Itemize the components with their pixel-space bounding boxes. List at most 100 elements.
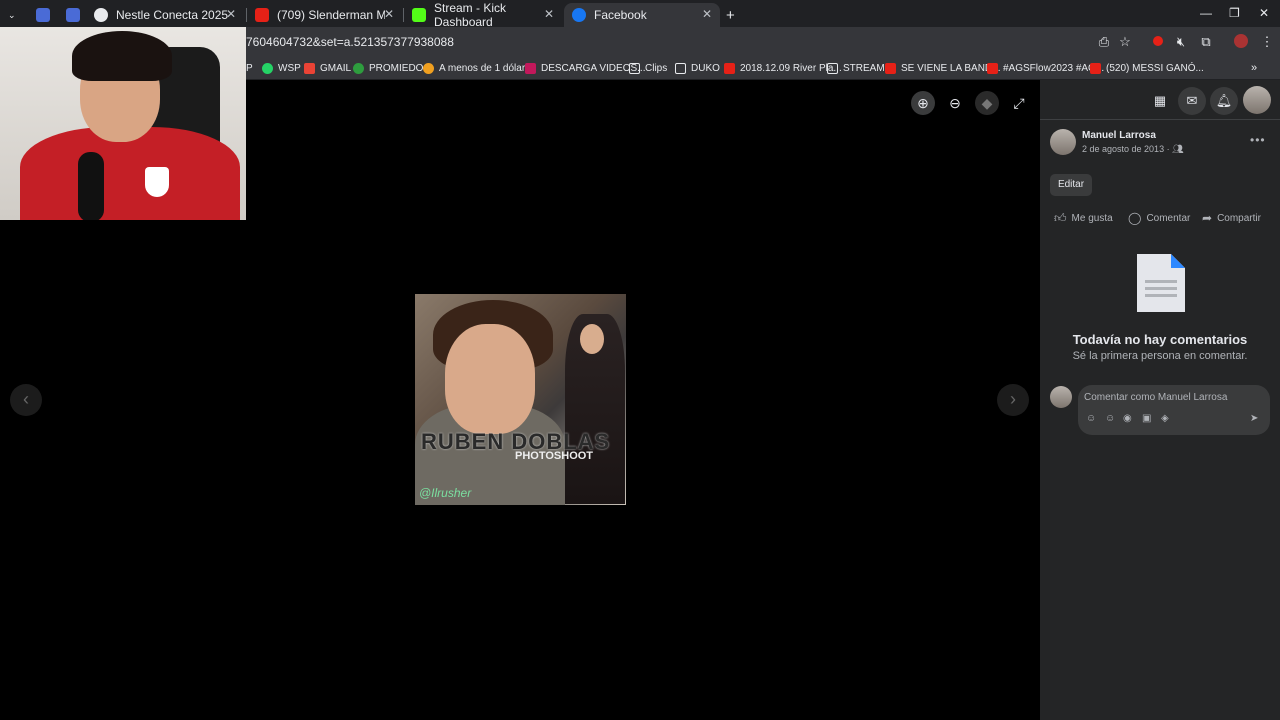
close-icon[interactable]: ✕ [702,7,712,21]
comment-label: Comentar [1146,212,1191,224]
like-label: Me gusta [1071,213,1113,224]
tab-label: Nestle Conecta 2025 [116,8,229,22]
share-arrow-icon: ➦ [1202,211,1213,225]
camera-icon[interactable]: ◉ [1123,413,1132,424]
bookmark-gmail[interactable]: GMAIL [304,60,351,76]
messenger-icon[interactable]: ✉ [1178,87,1206,115]
minimize-icon[interactable]: — [1200,6,1212,20]
tab-label: (709) Slenderman MATÓ a los [277,8,385,22]
zoom-out-icon[interactable]: ⊖ [943,91,967,115]
avatar-sticker-icon[interactable]: ☺ [1086,413,1096,424]
profile-avatar-icon[interactable] [1233,34,1249,50]
bookmark-banda[interactable]: SE VIENE LA BAND... [885,60,1000,76]
fullscreen-icon[interactable]: ⤢ [1007,91,1031,115]
post-photo[interactable]: RUBEN DOBLAS PHOTOSHOOT @Ilrusher [415,294,626,505]
browser-tab-strip: ⌄ Nestle Conecta 2025 ✕ (709) Slenderman… [0,0,1280,29]
post-date[interactable]: 2 de agosto de 2013 · [1082,144,1172,154]
bookmark-wsp[interactable]: WSP [262,60,301,76]
bookmark-star-icon[interactable]: ☆ [1117,34,1133,50]
chevron-down-icon: ⌄ [8,9,16,20]
friends-audience-icon: 👥︎ [1172,144,1184,154]
tag-icon[interactable]: ◆ [975,91,999,115]
youtube-icon [724,62,735,74]
share-label: Compartir [1217,212,1261,224]
close-icon[interactable]: ✕ [384,7,394,21]
send-icon[interactable]: ➤ [1250,413,1258,424]
close-icon[interactable]: ✕ [544,7,554,21]
close-window-icon[interactable]: ✕ [1259,6,1269,20]
tab-youtube[interactable]: (709) Slenderman MATÓ a los ✕ [247,3,402,27]
webcam-microphone [78,152,104,220]
sidebar-topbar: ▦ ✉ 🔔︎ [1040,80,1280,120]
bookmark-folder-stream[interactable]: STREAM [827,60,885,76]
close-icon[interactable]: ✕ [226,7,236,21]
whatsapp-icon [262,62,273,74]
photo-face [445,324,535,434]
bookmark-dolar[interactable]: A menos de 1 dólar... [423,60,533,76]
bookmark-promiedos[interactable]: PROMIEDOS [353,60,430,76]
bookmark-river[interactable]: 2018.12.09 River Pla... [724,60,842,76]
no-comments-subtitle: Sé la primera persona en comentar. [1072,350,1248,362]
comment-input[interactable] [1084,389,1264,405]
webcam-crest [145,167,169,197]
sticker-icon[interactable]: ◈ [1161,413,1169,424]
install-app-icon[interactable]: ⎙ [1096,34,1112,50]
poster-avatar[interactable] [1050,129,1076,155]
profile-avatar[interactable] [1243,86,1271,114]
zoom-in-icon[interactable]: ⊕ [911,91,935,115]
plus-icon: + [726,6,735,24]
bookmark-label: STREAM [843,62,885,74]
tab-kick[interactable]: Stream - Kick Dashboard ✕ [404,1,562,29]
bookmarks-overflow-icon[interactable]: » [1251,60,1257,76]
youtube-icon [987,62,998,74]
kebab-menu-icon[interactable]: ⋮ [1259,34,1275,50]
download-site-icon [525,62,536,74]
webcam-hair [72,31,172,81]
comment-button[interactable]: ◯ Comentar [1128,211,1190,225]
new-tab-button[interactable]: + [722,3,744,27]
restore-icon[interactable]: ❐ [1229,6,1240,20]
tab-favicon-icon [94,8,108,22]
commenter-avatar[interactable] [1050,386,1072,408]
edit-button[interactable]: Editar [1050,174,1092,196]
bookmark-agsflow[interactable]: #AGSFlow2023 #AG... [987,60,1104,76]
tab-facebook[interactable]: Facebook ✕ [564,3,720,27]
bookmark-folder-clips[interactable]: Clips [629,60,667,76]
youtube-icon [885,62,896,74]
next-photo-button[interactable]: › [997,384,1029,416]
webcam-overlay [0,27,246,220]
bookmark-label: DUKO [691,62,720,74]
like-button[interactable]: 👍︎ Me gusta [1054,211,1113,226]
folder-icon [827,62,838,74]
more-options-icon[interactable]: ••• [1250,133,1266,147]
tab-favicon-icon [66,8,80,22]
emoji-icon[interactable]: ☺ [1105,413,1115,424]
promiedos-icon [353,62,364,74]
bookmark-label: #AGSFlow2023 #AG... [1003,62,1105,74]
apps-grid-icon[interactable]: ▦ [1146,87,1174,115]
bookmark-label: Clips [645,62,668,74]
tab-nestle[interactable]: Nestle Conecta 2025 ✕ [86,3,244,27]
bookmark-folder-duko[interactable]: DUKO [675,60,720,76]
extension-red-icon[interactable] [1150,34,1166,50]
previous-photo-button[interactable]: ‹ [10,384,42,416]
mute-icon[interactable]: 🔇︎ [1173,34,1189,50]
no-comments-title: Todavía no hay comentarios [1072,332,1248,347]
folder-icon [629,62,640,74]
extensions-puzzle-icon[interactable]: ⧉ [1198,34,1214,50]
bookmark-p[interactable]: P [246,60,253,76]
tab-pinned-1[interactable] [28,3,54,27]
poster-name[interactable]: Manuel Larrosa [1082,130,1156,141]
bookmark-messi[interactable]: (520) MESSI GANÓ... [1090,60,1204,76]
tab-search-button[interactable]: ⌄ [4,3,22,27]
tab-pinned-2[interactable] [58,3,84,27]
coin-icon [423,62,434,74]
notifications-bell-icon[interactable]: 🔔︎ [1210,87,1238,115]
share-button[interactable]: ➦ Compartir [1202,211,1261,225]
bookmark-descarga[interactable]: DESCARGA VIDEOS... [525,60,645,76]
empty-document-icon [1137,254,1185,312]
gif-icon[interactable]: ▣ [1142,413,1151,424]
comment-bubble-icon: ◯ [1128,211,1142,225]
youtube-icon [1090,62,1101,74]
tab-favicon-icon [36,8,50,22]
